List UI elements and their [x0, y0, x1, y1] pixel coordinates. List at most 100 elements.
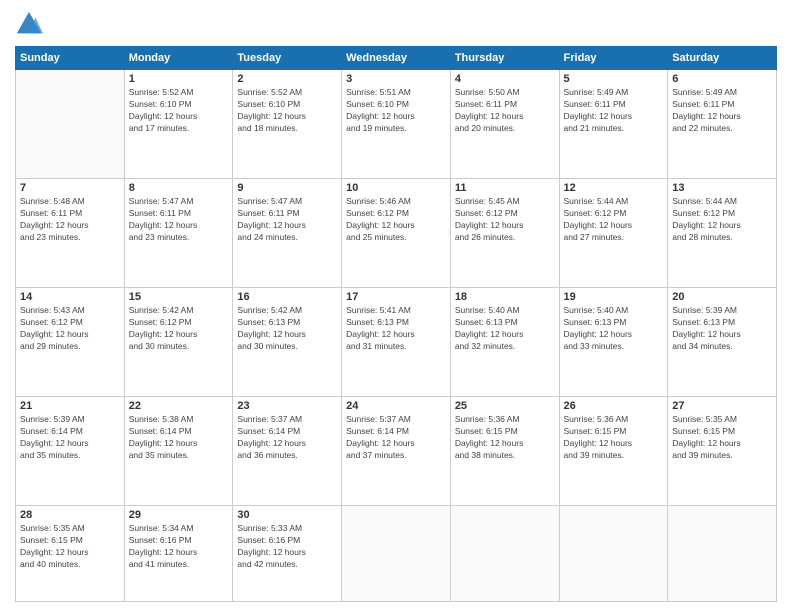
logo [15, 10, 47, 38]
calendar-cell: 22Sunrise: 5:38 AMSunset: 6:14 PMDayligh… [124, 397, 233, 506]
day-number: 4 [455, 73, 555, 85]
day-number: 28 [20, 509, 120, 521]
calendar-header-wednesday: Wednesday [342, 47, 451, 70]
day-info: Sunrise: 5:33 AMSunset: 6:16 PMDaylight:… [237, 523, 337, 571]
day-info: Sunrise: 5:41 AMSunset: 6:13 PMDaylight:… [346, 305, 446, 353]
day-info: Sunrise: 5:37 AMSunset: 6:14 PMDaylight:… [237, 414, 337, 462]
calendar-cell [342, 506, 451, 602]
calendar-cell: 27 Sunrise: 5:35 AMSunset: 6:15 PMDayligh… [668, 397, 777, 506]
day-number: 22 [129, 400, 229, 412]
day-number: 27 [672, 400, 772, 412]
calendar-cell [559, 506, 668, 602]
calendar-cell: 21 Sunrise: 5:39 AMSunset: 6:14 PMDayligh… [16, 397, 125, 506]
calendar-cell: 29 Sunrise: 5:34 AMSunset: 6:16 PMDayligh… [124, 506, 233, 602]
day-number: 16 [237, 291, 337, 303]
calendar-cell: 15 Sunrise: 5:42 AMSunset: 6:12 PMDayligh… [124, 288, 233, 397]
calendar-header-tuesday: Tuesday [233, 47, 342, 70]
day-info: Sunrise: 5:35 AMSunset: 6:15 PMDaylight:… [672, 414, 772, 462]
calendar-cell: 9Sunrise: 5:47 AMSunset: 6:11 PMDaylight… [233, 179, 342, 288]
calendar-cell: 26Sunrise: 5:36 AMSunset: 6:15 PMDayligh… [559, 397, 668, 506]
week-row-4: 21 Sunrise: 5:39 AMSunset: 6:14 PMDayligh… [16, 397, 777, 506]
calendar-cell: 20 Sunrise: 5:39 AMSunset: 6:13 PMDayligh… [668, 288, 777, 397]
day-number: 1 [129, 73, 229, 85]
day-number: 17 [346, 291, 446, 303]
calendar-header-monday: Monday [124, 47, 233, 70]
calendar-table: SundayMondayTuesdayWednesdayThursdayFrid… [15, 46, 777, 602]
day-number: 10 [346, 182, 446, 194]
day-info: Sunrise: 5:36 AMSunset: 6:15 PMDaylight:… [455, 414, 555, 462]
day-info: Sunrise: 5:39 AMSunset: 6:13 PMDaylight:… [672, 305, 772, 353]
day-number: 7 [20, 182, 120, 194]
calendar-cell: 19 Sunrise: 5:40 AMSunset: 6:13 PMDayligh… [559, 288, 668, 397]
calendar-cell [668, 506, 777, 602]
day-info: Sunrise: 5:51 AMSunset: 6:10 PMDaylight:… [346, 87, 446, 135]
day-number: 5 [564, 73, 664, 85]
day-number: 6 [672, 73, 772, 85]
calendar-cell: 14 Sunrise: 5:43 AMSunset: 6:12 PMDayligh… [16, 288, 125, 397]
calendar-cell: 23 Sunrise: 5:37 AMSunset: 6:14 PMDayligh… [233, 397, 342, 506]
day-number: 25 [455, 400, 555, 412]
week-row-2: 7Sunrise: 5:48 AMSunset: 6:11 PMDaylight… [16, 179, 777, 288]
day-number: 23 [237, 400, 337, 412]
calendar-cell: 10 Sunrise: 5:46 AMSunset: 6:12 PMDayligh… [342, 179, 451, 288]
day-info: Sunrise: 5:44 AMSunset: 6:12 PMDaylight:… [672, 196, 772, 244]
calendar-cell: 12Sunrise: 5:44 AMSunset: 6:12 PMDayligh… [559, 179, 668, 288]
week-row-3: 14 Sunrise: 5:43 AMSunset: 6:12 PMDayligh… [16, 288, 777, 397]
day-info: Sunrise: 5:34 AMSunset: 6:16 PMDaylight:… [129, 523, 229, 571]
calendar-cell: 5 Sunrise: 5:49 AMSunset: 6:11 PMDaylight… [559, 70, 668, 179]
day-info: Sunrise: 5:44 AMSunset: 6:12 PMDaylight:… [564, 196, 664, 244]
week-row-1: 1 Sunrise: 5:52 AMSunset: 6:10 PMDaylight… [16, 70, 777, 179]
calendar-cell [450, 506, 559, 602]
calendar-cell: 8Sunrise: 5:47 AMSunset: 6:11 PMDaylight… [124, 179, 233, 288]
day-number: 26 [564, 400, 664, 412]
calendar-header-saturday: Saturday [668, 47, 777, 70]
day-number: 18 [455, 291, 555, 303]
day-number: 3 [346, 73, 446, 85]
calendar-header-sunday: Sunday [16, 47, 125, 70]
day-info: Sunrise: 5:37 AMSunset: 6:14 PMDaylight:… [346, 414, 446, 462]
day-info: Sunrise: 5:49 AMSunset: 6:11 PMDaylight:… [564, 87, 664, 135]
header [15, 10, 777, 38]
day-info: Sunrise: 5:42 AMSunset: 6:13 PMDaylight:… [237, 305, 337, 353]
day-number: 15 [129, 291, 229, 303]
day-number: 21 [20, 400, 120, 412]
calendar-cell: 7Sunrise: 5:48 AMSunset: 6:11 PMDaylight… [16, 179, 125, 288]
calendar-cell: 3 Sunrise: 5:51 AMSunset: 6:10 PMDaylight… [342, 70, 451, 179]
day-info: Sunrise: 5:40 AMSunset: 6:13 PMDaylight:… [455, 305, 555, 353]
day-info: Sunrise: 5:50 AMSunset: 6:11 PMDaylight:… [455, 87, 555, 135]
calendar-cell: 11Sunrise: 5:45 AMSunset: 6:12 PMDayligh… [450, 179, 559, 288]
day-number: 20 [672, 291, 772, 303]
day-number: 30 [237, 509, 337, 521]
day-number: 29 [129, 509, 229, 521]
calendar-cell: 1 Sunrise: 5:52 AMSunset: 6:10 PMDaylight… [124, 70, 233, 179]
day-info: Sunrise: 5:46 AMSunset: 6:12 PMDaylight:… [346, 196, 446, 244]
calendar-cell: 6 Sunrise: 5:49 AMSunset: 6:11 PMDaylight… [668, 70, 777, 179]
calendar-header-thursday: Thursday [450, 47, 559, 70]
day-info: Sunrise: 5:47 AMSunset: 6:11 PMDaylight:… [129, 196, 229, 244]
day-info: Sunrise: 5:52 AMSunset: 6:10 PMDaylight:… [237, 87, 337, 135]
calendar-cell: 16 Sunrise: 5:42 AMSunset: 6:13 PMDayligh… [233, 288, 342, 397]
logo-icon [15, 10, 43, 38]
day-info: Sunrise: 5:45 AMSunset: 6:12 PMDaylight:… [455, 196, 555, 244]
day-info: Sunrise: 5:40 AMSunset: 6:13 PMDaylight:… [564, 305, 664, 353]
day-info: Sunrise: 5:39 AMSunset: 6:14 PMDaylight:… [20, 414, 120, 462]
calendar-cell: 18 Sunrise: 5:40 AMSunset: 6:13 PMDayligh… [450, 288, 559, 397]
day-info: Sunrise: 5:42 AMSunset: 6:12 PMDaylight:… [129, 305, 229, 353]
day-number: 24 [346, 400, 446, 412]
calendar-cell: 4 Sunrise: 5:50 AMSunset: 6:11 PMDaylight… [450, 70, 559, 179]
day-number: 9 [237, 182, 337, 194]
calendar-cell: 2Sunrise: 5:52 AMSunset: 6:10 PMDaylight… [233, 70, 342, 179]
day-number: 19 [564, 291, 664, 303]
day-info: Sunrise: 5:49 AMSunset: 6:11 PMDaylight:… [672, 87, 772, 135]
day-info: Sunrise: 5:43 AMSunset: 6:12 PMDaylight:… [20, 305, 120, 353]
calendar-cell: 13Sunrise: 5:44 AMSunset: 6:12 PMDayligh… [668, 179, 777, 288]
calendar-cell: 25 Sunrise: 5:36 AMSunset: 6:15 PMDayligh… [450, 397, 559, 506]
calendar-header-friday: Friday [559, 47, 668, 70]
calendar-cell: 28Sunrise: 5:35 AMSunset: 6:15 PMDayligh… [16, 506, 125, 602]
day-number: 14 [20, 291, 120, 303]
day-info: Sunrise: 5:52 AMSunset: 6:10 PMDaylight:… [129, 87, 229, 135]
calendar-cell: 30 Sunrise: 5:33 AMSunset: 6:16 PMDayligh… [233, 506, 342, 602]
calendar-cell: 24 Sunrise: 5:37 AMSunset: 6:14 PMDayligh… [342, 397, 451, 506]
calendar-cell: 17 Sunrise: 5:41 AMSunset: 6:13 PMDayligh… [342, 288, 451, 397]
calendar-cell [16, 70, 125, 179]
